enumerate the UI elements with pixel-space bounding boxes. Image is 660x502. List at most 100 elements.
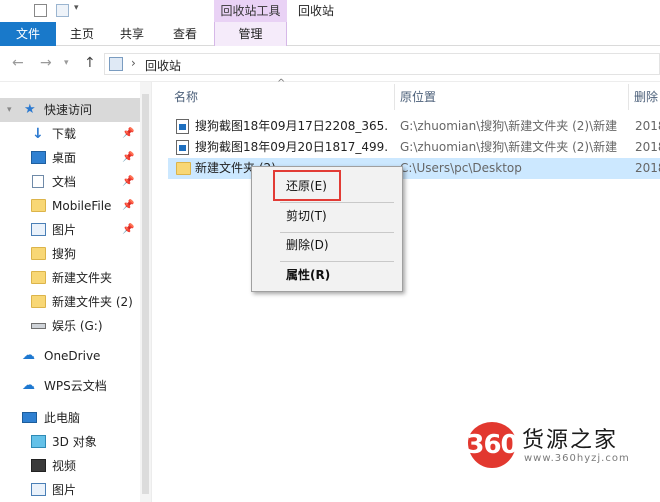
3d-objects-icon: [31, 435, 46, 448]
sidebar-item-label: 此电脑: [44, 411, 81, 425]
menu-item-delete[interactable]: 删除(D): [252, 232, 402, 258]
sidebar-item-label: 视频: [52, 459, 77, 473]
ribbon-tabs: 文件 主页 共享 查看 管理: [0, 22, 660, 46]
sidebar-item-quick-access[interactable]: ▾ ★ 快速访问: [0, 98, 140, 122]
sidebar-item-label: 快速访问: [44, 103, 93, 117]
navigation-bar: ← → ▾ ↑ › 回收站: [0, 46, 660, 82]
tab-share[interactable]: 共享: [110, 22, 154, 46]
file-name: 搜狗截图18年09月20日1817_499.: [195, 140, 389, 154]
image-file-icon: [176, 140, 189, 155]
folder-icon: [31, 199, 46, 212]
menu-item-cut[interactable]: 剪切(T): [252, 203, 402, 229]
column-divider[interactable]: [628, 84, 629, 110]
logo-text: 360: [466, 430, 518, 460]
sidebar-item-new-folder-2[interactable]: 新建文件夹 (2): [0, 290, 140, 314]
pin-icon: 📌: [122, 200, 135, 211]
address-separator: ›: [131, 56, 136, 70]
checklist-icon[interactable]: [34, 4, 47, 17]
window-title: 回收站: [298, 4, 335, 18]
qat-dropdown-icon[interactable]: ▾: [74, 3, 79, 13]
address-path[interactable]: 回收站: [145, 57, 181, 74]
highlight-box: [273, 170, 341, 201]
document-icon: [32, 175, 44, 188]
sidebar-item-label: 3D 对象: [52, 435, 97, 449]
sidebar-item-documents[interactable]: 文档 📌: [0, 170, 140, 194]
file-location: G:\zhuomian\搜狗\新建文件夹 (2)\新建: [400, 140, 618, 154]
sidebar-item-label: 桌面: [52, 151, 77, 165]
up-arrow-icon[interactable]: ↑: [84, 55, 96, 71]
new-page-icon[interactable]: [56, 4, 69, 17]
file-row-selected[interactable]: 新建文件夹 (2) C:\Users\pc\Desktop 2018: [168, 158, 660, 179]
file-deleted-date: 2018: [635, 161, 660, 175]
wps-cloud-icon: ☁: [22, 378, 35, 393]
navigation-pane: ▾ ★ 快速访问 ↓ 下载 📌 桌面 📌 文档 📌 MobileFile 📌 图…: [0, 82, 152, 502]
sidebar-item-videos[interactable]: 视频: [0, 454, 140, 478]
sidebar-item-3d-objects[interactable]: 3D 对象: [0, 430, 140, 454]
sidebar-item-label: 新建文件夹: [52, 271, 113, 285]
tab-manage[interactable]: 管理: [214, 22, 287, 46]
column-divider[interactable]: [394, 84, 395, 110]
back-arrow-icon[interactable]: ←: [12, 55, 24, 71]
sidebar-item-label: 文档: [52, 175, 77, 189]
star-icon: ★: [24, 102, 36, 117]
file-location: C:\Users\pc\Desktop: [400, 161, 522, 175]
tab-home[interactable]: 主页: [60, 22, 104, 46]
pin-icon: 📌: [122, 176, 135, 187]
column-header-deleted[interactable]: 删除: [634, 82, 658, 112]
drive-icon: [31, 323, 46, 329]
sidebar-item-label: WPS云文档: [44, 379, 107, 393]
sidebar-item-new-folder[interactable]: 新建文件夹: [0, 266, 140, 290]
sidebar-scrollbar[interactable]: [140, 82, 151, 502]
desktop-icon: [31, 151, 46, 164]
logo-360: 360: [466, 422, 519, 468]
sidebar-item-label: 新建文件夹 (2): [52, 295, 133, 309]
menu-item-properties[interactable]: 属性(R): [252, 262, 402, 288]
folder-icon: [31, 295, 46, 308]
sidebar-item-label: 下载: [52, 127, 77, 141]
video-icon: [31, 459, 46, 472]
scrollbar-thumb[interactable]: [142, 94, 149, 494]
sidebar-item-sogou[interactable]: 搜狗: [0, 242, 140, 266]
watermark-brand: 货源之家: [522, 428, 619, 453]
download-icon: ↓: [32, 126, 44, 142]
sidebar-item-label: 娱乐 (G:): [52, 319, 103, 333]
sidebar-item-wps-cloud[interactable]: ☁ WPS云文档: [0, 374, 140, 398]
image-file-icon: [176, 119, 189, 134]
folder-icon: [31, 271, 46, 284]
pin-icon: 📌: [122, 128, 135, 139]
tab-view[interactable]: 查看: [162, 22, 208, 46]
sidebar-item-pictures[interactable]: 图片 📌: [0, 218, 140, 242]
column-header-location[interactable]: 原位置: [400, 82, 436, 112]
watermark: 360 货源之家 www.360hyzj.com: [466, 420, 660, 502]
pictures-icon: [31, 483, 46, 496]
sidebar-item-label: 搜狗: [52, 247, 77, 261]
pin-icon: 📌: [122, 152, 135, 163]
sidebar-item-downloads[interactable]: ↓ 下载 📌: [0, 122, 140, 146]
sidebar-item-this-pc[interactable]: 此电脑: [0, 406, 140, 430]
menu-item-label: 剪切(T): [286, 209, 327, 223]
file-deleted-date: 2018: [635, 140, 660, 154]
address-bar[interactable]: › 回收站: [104, 53, 660, 75]
file-name: 搜狗截图18年09月17日2208_365.: [195, 119, 389, 133]
tab-file[interactable]: 文件: [0, 22, 56, 46]
cloud-icon: ☁: [22, 348, 35, 363]
pictures-icon: [31, 223, 46, 236]
file-row[interactable]: 搜狗截图18年09月17日2208_365. G:\zhuomian\搜狗\新建…: [168, 116, 660, 137]
forward-arrow-icon[interactable]: →: [40, 55, 52, 71]
chevron-down-icon[interactable]: ▾: [7, 98, 12, 122]
file-row[interactable]: 搜狗截图18年09月20日1817_499. G:\zhuomian\搜狗\新建…: [168, 137, 660, 158]
menu-item-label: 删除(D): [286, 238, 329, 252]
recycle-bin-icon: [109, 57, 123, 71]
pin-icon: 📌: [122, 224, 135, 235]
sidebar-item-mobilefile[interactable]: MobileFile 📌: [0, 194, 140, 218]
sidebar-item-onedrive[interactable]: ☁ OneDrive: [0, 344, 140, 368]
sidebar-item-desktop[interactable]: 桌面 📌: [0, 146, 140, 170]
quick-access-toolbar: ▾ 回收站工具 回收站: [0, 0, 660, 22]
sidebar-item-label: OneDrive: [44, 349, 101, 363]
sort-caret-icon: ^: [277, 78, 286, 89]
sidebar-item-pictures-pc[interactable]: 图片: [0, 478, 140, 502]
column-header-name[interactable]: 名称: [174, 82, 198, 112]
menu-item-label: 属性(R): [286, 268, 331, 282]
sidebar-item-drive-g[interactable]: 娱乐 (G:): [0, 314, 140, 338]
recent-dropdown-icon[interactable]: ▾: [64, 58, 69, 68]
